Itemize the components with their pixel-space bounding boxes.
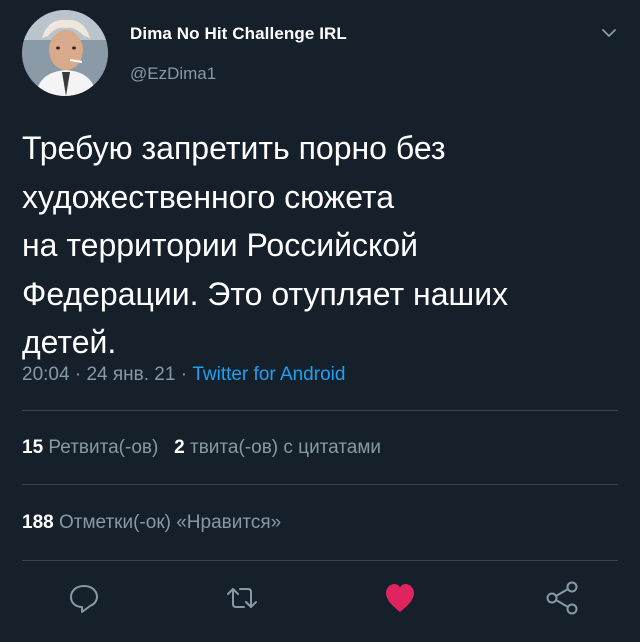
tweet-meta: 20:04 · 24 янв. 21 · Twitter for Android xyxy=(22,364,345,386)
divider xyxy=(22,484,618,485)
divider xyxy=(22,560,618,561)
retweets-count: 15 xyxy=(22,437,44,458)
tweet-source-link[interactable]: Twitter for Android xyxy=(192,364,345,385)
avatar[interactable] xyxy=(22,10,108,96)
heart-icon[interactable] xyxy=(380,578,420,618)
quotes-label: твита(-ов) с цитатами xyxy=(190,437,382,458)
quotes-count: 2 xyxy=(174,437,185,458)
user-handle[interactable]: @EzDima1 xyxy=(130,64,216,84)
retweet-stats[interactable]: 15 Ретвита(-ов) 2 твита(-ов) с цитатами xyxy=(22,437,381,459)
reply-icon[interactable] xyxy=(64,578,104,618)
retweets-label: Ретвита(-ов) xyxy=(48,437,159,458)
likes-count: 188 xyxy=(22,512,54,533)
action-bar xyxy=(0,578,640,618)
chevron-down-icon[interactable] xyxy=(600,26,618,40)
likes-stats[interactable]: 188 Отметки(-ок) «Нравится» xyxy=(22,512,281,534)
tweet-date: 24 янв. 21 xyxy=(86,364,176,385)
display-name[interactable]: Dima No Hit Challenge IRL xyxy=(130,24,347,44)
retweet-icon[interactable] xyxy=(222,578,262,618)
tweet-time: 20:04 xyxy=(22,364,70,385)
meta-separator: · xyxy=(180,364,188,385)
meta-separator: · xyxy=(74,364,82,385)
share-icon[interactable] xyxy=(542,578,582,618)
tweet-text: Требую запретить порно без художественно… xyxy=(22,130,509,360)
divider xyxy=(22,410,618,411)
likes-label: Отметки(-ок) «Нравится» xyxy=(58,512,282,533)
